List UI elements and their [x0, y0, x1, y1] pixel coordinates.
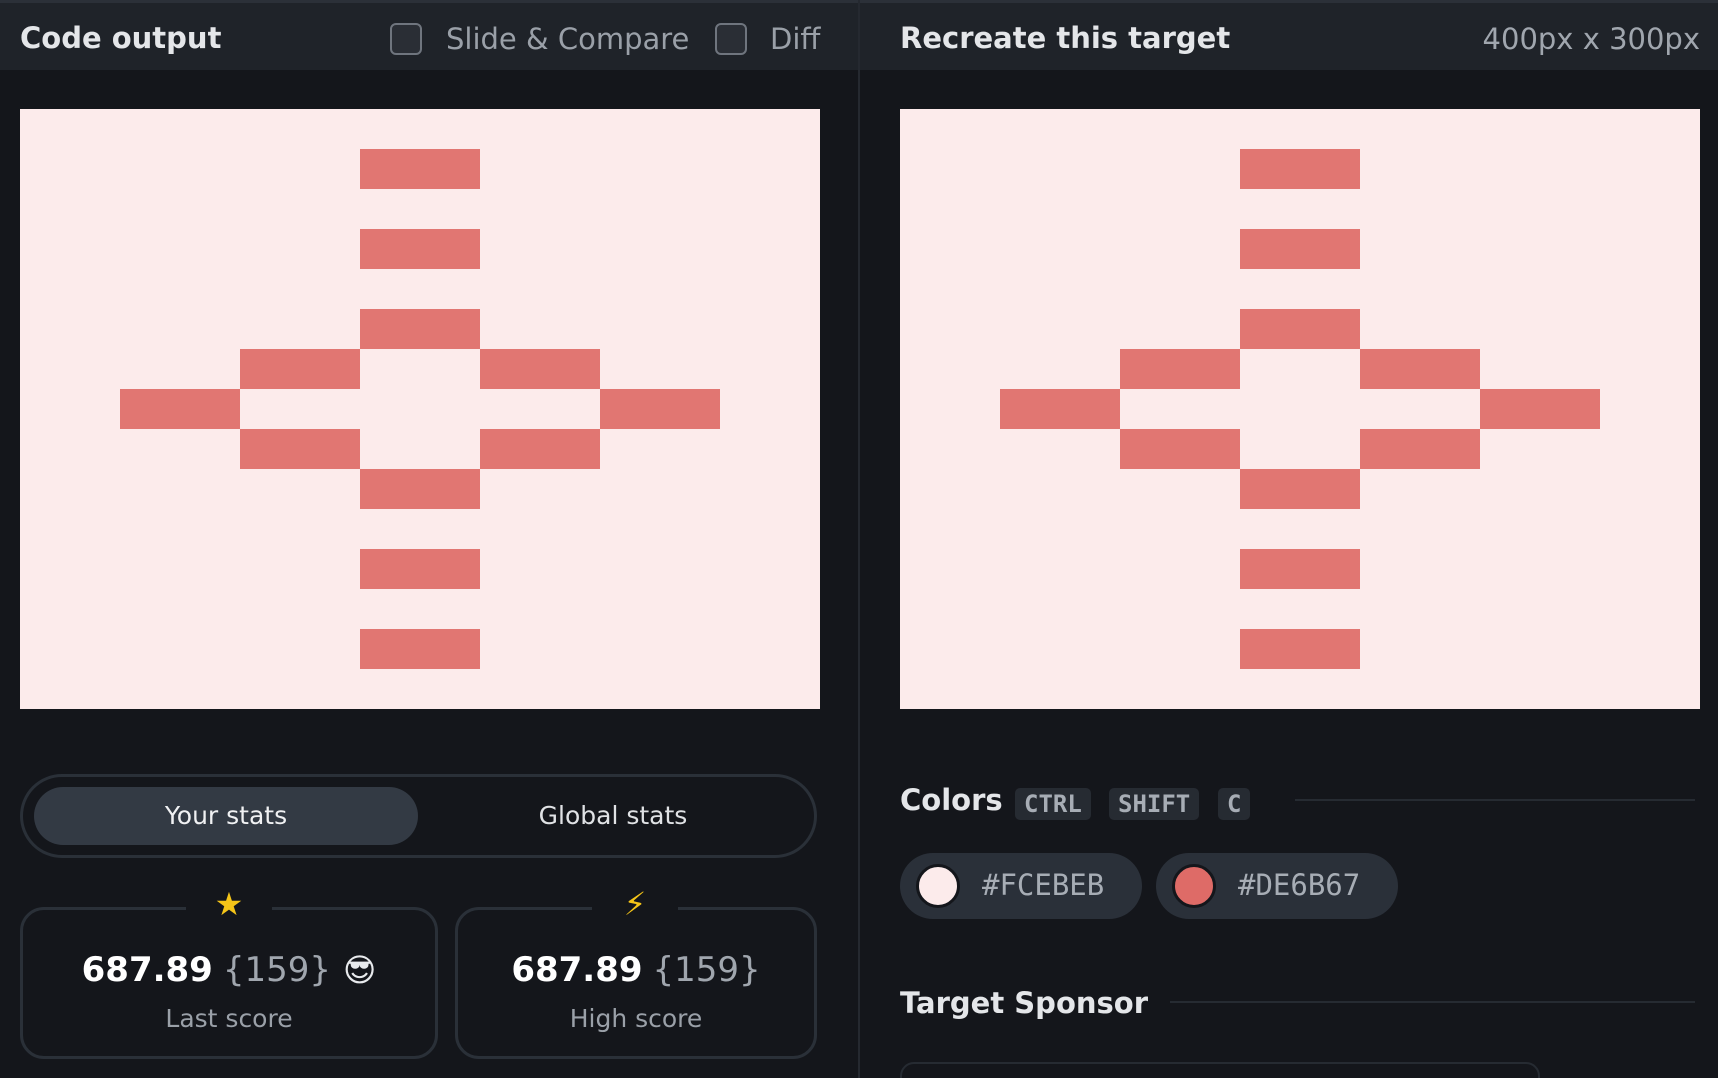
- slide-compare-label[interactable]: Slide & Compare: [446, 22, 689, 56]
- target-block: [1240, 629, 1360, 669]
- output-block: [360, 549, 480, 589]
- target-block: [1480, 389, 1600, 429]
- tab-your-stats[interactable]: Your stats: [34, 787, 418, 845]
- target-title: Recreate this target: [900, 21, 1231, 55]
- star-icon: ★: [214, 885, 244, 923]
- target-block: [1120, 429, 1240, 469]
- last-score-card: ★ 687.89 {159} 😎 Last score: [20, 885, 438, 1059]
- target-block: [1360, 349, 1480, 389]
- lightning-icon: ⚡: [623, 885, 647, 923]
- high-score-line: 687.89 {159}: [458, 950, 814, 990]
- colors-heading: Colors: [900, 783, 1003, 817]
- high-score-value: 687.89: [511, 950, 643, 990]
- color-hex: #FCEBEB: [982, 868, 1105, 902]
- last-score-value: 687.89: [81, 950, 213, 990]
- output-block: [120, 389, 240, 429]
- last-score-count: {159}: [222, 950, 331, 990]
- color-swatch-de6b67[interactable]: #DE6B67: [1156, 853, 1398, 919]
- output-block: [360, 309, 480, 349]
- kbd-ctrl: CTRL: [1015, 788, 1091, 820]
- target-size-label: 400px x 300px: [1482, 22, 1700, 56]
- high-score-count: {159}: [652, 950, 761, 990]
- tab-global-stats[interactable]: Global stats: [428, 787, 798, 845]
- code-output-pane: Code output Slide & Compare Diff Your st…: [0, 0, 858, 1078]
- code-output-canvas[interactable]: [20, 109, 820, 709]
- sponsor-box[interactable]: [900, 1062, 1540, 1078]
- target-block: [1240, 229, 1360, 269]
- target-block: [1240, 469, 1360, 509]
- kbd-shift: SHIFT: [1109, 788, 1200, 820]
- kbd-c: C: [1218, 788, 1251, 820]
- output-block: [480, 349, 600, 389]
- high-score-caption: High score: [569, 1004, 703, 1033]
- target-header: Recreate this target 400px x 300px: [860, 0, 1718, 70]
- slide-compare-checkbox[interactable]: [390, 23, 422, 55]
- stats-toggle: Your stats Global stats: [20, 774, 817, 858]
- output-block: [240, 349, 360, 389]
- last-score-caption: Last score: [165, 1004, 293, 1033]
- color-hex: #DE6B67: [1238, 868, 1361, 902]
- code-output-title: Code output: [20, 21, 222, 55]
- high-score-card: ⚡ 687.89 {159} High score: [455, 885, 817, 1059]
- target-pane: Recreate this target 400px x 300px Color…: [860, 0, 1718, 1078]
- output-block: [360, 149, 480, 189]
- target-block: [1240, 549, 1360, 589]
- diff-checkbox[interactable]: [715, 23, 747, 55]
- sponsor-heading: Target Sponsor: [900, 986, 1149, 1020]
- code-output-header: Code output Slide & Compare Diff: [0, 0, 858, 70]
- last-score-line: 687.89 {159} 😎: [23, 950, 435, 990]
- output-block: [600, 389, 720, 429]
- color-dot: [916, 864, 960, 908]
- color-swatch-fcebeb[interactable]: #FCEBEB: [900, 853, 1142, 919]
- target-canvas: [900, 109, 1700, 709]
- diff-label[interactable]: Diff: [770, 22, 820, 56]
- target-block: [1000, 389, 1120, 429]
- output-block: [240, 429, 360, 469]
- target-block: [1120, 349, 1240, 389]
- sponsor-rule: [1170, 1001, 1695, 1003]
- target-block: [1240, 309, 1360, 349]
- sunglasses-emoji-icon: 😎: [343, 951, 377, 989]
- output-block: [360, 629, 480, 669]
- output-block: [360, 229, 480, 269]
- target-block: [1360, 429, 1480, 469]
- output-block: [360, 469, 480, 509]
- output-block: [480, 429, 600, 469]
- target-block: [1240, 149, 1360, 189]
- colors-rule: [1295, 799, 1695, 801]
- color-dot: [1172, 864, 1216, 908]
